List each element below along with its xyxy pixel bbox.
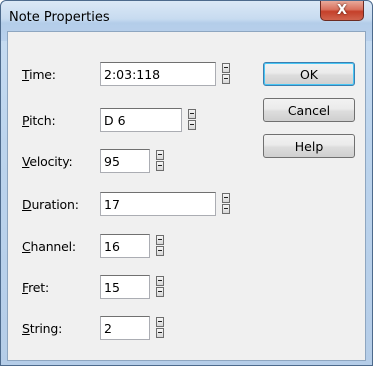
duration-spinner[interactable] (222, 193, 230, 215)
duration-field[interactable]: 17 (100, 192, 216, 216)
spin-up-icon[interactable] (222, 193, 230, 203)
velocity-label: Velocity: (22, 154, 73, 169)
spin-down-icon[interactable] (156, 328, 164, 338)
ok-button[interactable]: OK (263, 62, 355, 86)
time-field[interactable]: 2:03:118 (100, 62, 216, 86)
channel-label: Channel: (22, 239, 76, 254)
fret-spinner[interactable] (156, 276, 164, 298)
fret-label: Fret: (22, 280, 49, 295)
help-button[interactable]: Help (263, 134, 355, 158)
cancel-button[interactable]: Cancel (263, 98, 355, 122)
spin-up-icon[interactable] (156, 317, 164, 327)
spin-down-icon[interactable] (222, 74, 230, 84)
duration-row: Duration: 17 (8, 192, 367, 218)
spin-up-icon[interactable] (222, 63, 230, 73)
channel-field[interactable]: 16 (100, 234, 150, 258)
fret-field[interactable]: 15 (100, 275, 150, 299)
time-label: Time: (22, 67, 56, 82)
close-button[interactable]: X (320, 1, 364, 21)
spin-down-icon[interactable] (156, 246, 164, 256)
fret-row: Fret: 15 (8, 275, 367, 301)
spin-up-icon[interactable] (156, 276, 164, 286)
dialog-title: Note Properties (9, 10, 110, 25)
string-label: String: (22, 321, 63, 336)
note-properties-dialog: Note Properties X Time: 2:03:118 Pitch: … (0, 0, 373, 366)
pitch-field[interactable]: D 6 (100, 108, 182, 132)
channel-spinner[interactable] (156, 235, 164, 257)
pitch-spinner[interactable] (188, 109, 196, 131)
string-field[interactable]: 2 (100, 316, 150, 340)
spin-up-icon[interactable] (156, 150, 164, 160)
channel-row: Channel: 16 (8, 234, 367, 260)
velocity-spinner[interactable] (156, 150, 164, 172)
pitch-label: Pitch: (22, 113, 56, 128)
velocity-field[interactable]: 95 (100, 149, 150, 173)
close-icon: X (336, 3, 348, 18)
spin-down-icon[interactable] (188, 120, 196, 130)
spin-down-icon[interactable] (156, 287, 164, 297)
spin-up-icon[interactable] (156, 235, 164, 245)
time-spinner[interactable] (222, 63, 230, 85)
spin-up-icon[interactable] (188, 109, 196, 119)
spin-down-icon[interactable] (156, 161, 164, 171)
dialog-client-area: Time: 2:03:118 Pitch: D 6 Velocity: 95 D… (7, 31, 366, 361)
string-spinner[interactable] (156, 317, 164, 339)
duration-label: Duration: (22, 197, 79, 212)
string-row: String: 2 (8, 316, 367, 342)
spin-down-icon[interactable] (222, 204, 230, 214)
